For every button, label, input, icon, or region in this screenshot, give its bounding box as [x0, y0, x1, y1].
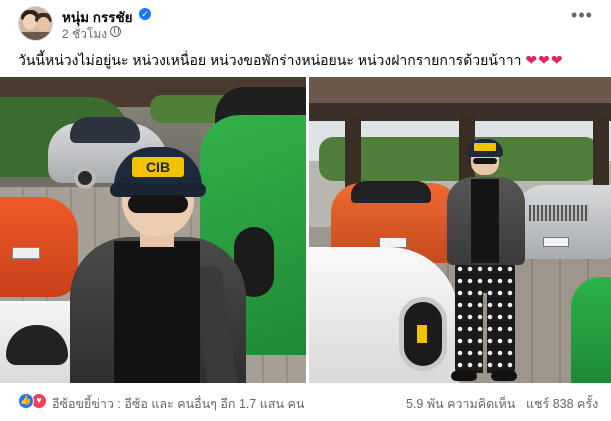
- post-header: หนุ่ม กรรชัย ✓ 2 ชั่วโมง · •••: [0, 0, 611, 44]
- author-avatar[interactable]: [18, 6, 53, 41]
- post-caption: วันนี้หน่วงไม่อยู่นะ หน่วงเหนื่อย หน่วงข…: [18, 50, 564, 72]
- facebook-post: หนุ่ม กรรชัย ✓ 2 ชั่วโมง · ••• วันนี้หน่…: [0, 0, 611, 421]
- comment-count[interactable]: 5.9 พัน ความคิดเห็น: [406, 394, 515, 414]
- person-standing: [443, 139, 527, 383]
- share-count[interactable]: แชร์ 838 ครั้ง: [526, 394, 598, 414]
- post-photo-left[interactable]: CIB: [0, 77, 306, 383]
- post-photo-right[interactable]: [309, 77, 611, 383]
- reaction-count[interactable]: อีซ้อขยี้ข่าว : อีซ้อ และ คนอื่นๆ อีก 1.…: [52, 394, 304, 414]
- person-selfie: CIB: [70, 147, 250, 383]
- post-timestamp[interactable]: 2 ชั่วโมง ·: [62, 25, 114, 44]
- heart-emoji-icon: ❤❤❤: [525, 52, 564, 68]
- more-options-icon[interactable]: •••: [568, 6, 596, 30]
- globe-icon: [110, 26, 121, 37]
- like-reaction-icon[interactable]: 👍: [18, 393, 34, 409]
- verified-badge-icon: ✓: [139, 8, 151, 20]
- cap-logo: CIB: [132, 157, 184, 177]
- caption-text: วันนี้หน่วงไม่อยู่นะ หน่วงเหนื่อย หน่วงข…: [18, 52, 522, 68]
